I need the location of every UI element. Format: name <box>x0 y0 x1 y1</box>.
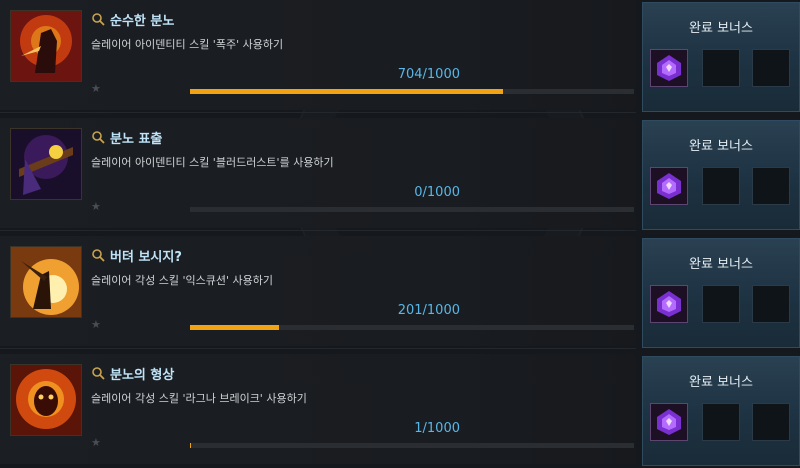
purple-gem-icon <box>651 50 687 86</box>
search-icon <box>92 13 105 26</box>
divider <box>0 230 636 231</box>
favorite-star-icon[interactable]: ★ <box>91 82 101 95</box>
search-icon <box>92 249 105 262</box>
reward-slot[interactable] <box>650 285 688 323</box>
completion-bonus-panel: 완료 보너스 <box>642 2 800 112</box>
achievement-description: 슬레이어 각성 스킬 '라그나 브레이크' 사용하기 <box>91 392 307 405</box>
achievement-row[interactable]: ★ 버텨 보시지? 슬레이어 각성 스킬 '익스큐션' 사용하기 201/100… <box>0 236 800 349</box>
progress-count: 1/1000 <box>414 421 460 436</box>
completion-bonus-label: 완료 보너스 <box>689 375 753 390</box>
completion-bonus-panel: 완료 보너스 <box>642 356 800 466</box>
reward-slot-empty <box>702 167 740 205</box>
divider <box>0 348 636 349</box>
achievement-row[interactable]: ★ 분노 표출 슬레이어 아이덴티티 스킬 '블러드러스트'를 사용하기 0/1… <box>0 118 800 231</box>
reward-slot[interactable] <box>650 403 688 441</box>
purple-gem-icon <box>651 168 687 204</box>
reward-slot-empty <box>702 49 740 87</box>
achievement-card: ★ 분노의 형상 슬레이어 각성 스킬 '라그나 브레이크' 사용하기 1/10… <box>0 354 636 464</box>
achievement-title: 버텨 보시지? <box>110 250 182 265</box>
progress-bar <box>190 325 634 330</box>
achievement-title: 순수한 분노 <box>110 14 175 29</box>
achievement-row[interactable]: ★ 분노의 형상 슬레이어 각성 스킬 '라그나 브레이크' 사용하기 1/10… <box>0 354 800 466</box>
favorite-star-icon[interactable]: ★ <box>91 200 101 213</box>
search-icon <box>92 131 105 144</box>
achievement-card: ★ 분노 표출 슬레이어 아이덴티티 스킬 '블러드러스트'를 사용하기 0/1… <box>0 118 636 228</box>
completion-bonus-label: 완료 보너스 <box>689 139 753 154</box>
progress-count: 0/1000 <box>414 185 460 200</box>
achievement-description: 슬레이어 각성 스킬 '익스큐션' 사용하기 <box>91 274 273 287</box>
reward-slot-empty <box>752 285 790 323</box>
purple-gem-icon <box>651 404 687 440</box>
reward-slot[interactable] <box>650 167 688 205</box>
completion-bonus-panel: 완료 보너스 <box>642 120 800 230</box>
completion-bonus-panel: 완료 보너스 <box>642 238 800 348</box>
progress-bar <box>190 207 634 212</box>
completion-bonus-label: 완료 보너스 <box>689 257 753 272</box>
execution-icon <box>10 246 82 318</box>
reward-slot[interactable] <box>650 49 688 87</box>
bloodlust-icon <box>10 128 82 200</box>
progress-bar-fill <box>190 325 280 330</box>
achievement-description: 슬레이어 아이덴티티 스킬 '블러드러스트'를 사용하기 <box>91 156 334 169</box>
reward-slot-empty <box>702 285 740 323</box>
progress-count: 201/1000 <box>397 303 460 318</box>
progress-bar <box>190 443 634 448</box>
achievement-card: ★ 버텨 보시지? 슬레이어 각성 스킬 '익스큐션' 사용하기 201/100… <box>0 236 636 346</box>
search-icon <box>92 367 105 380</box>
reward-slot-empty <box>752 167 790 205</box>
achievement-description: 슬레이어 아이덴티티 스킬 '폭주' 사용하기 <box>91 38 284 51</box>
reward-slot-empty <box>702 403 740 441</box>
progress-bar <box>190 89 634 94</box>
reward-slot-empty <box>752 49 790 87</box>
achievement-card: ★ 순수한 분노 슬레이어 아이덴티티 스킬 '폭주' 사용하기 704/100… <box>0 0 636 110</box>
achievement-title: 분노 표출 <box>110 132 163 147</box>
achievement-title: 분노의 형상 <box>110 368 175 383</box>
favorite-star-icon[interactable]: ★ <box>91 318 101 331</box>
progress-count: 704/1000 <box>397 67 460 82</box>
progress-bar-fill <box>190 89 503 94</box>
purple-gem-icon <box>651 286 687 322</box>
divider <box>0 112 636 113</box>
reward-slot-empty <box>752 403 790 441</box>
completion-bonus-label: 완료 보너스 <box>689 21 753 36</box>
rage-slayer-icon <box>10 10 82 82</box>
favorite-star-icon[interactable]: ★ <box>91 436 101 449</box>
achievement-row[interactable]: ★ 순수한 분노 슬레이어 아이덴티티 스킬 '폭주' 사용하기 704/100… <box>0 0 800 113</box>
ragna-break-icon <box>10 364 82 436</box>
